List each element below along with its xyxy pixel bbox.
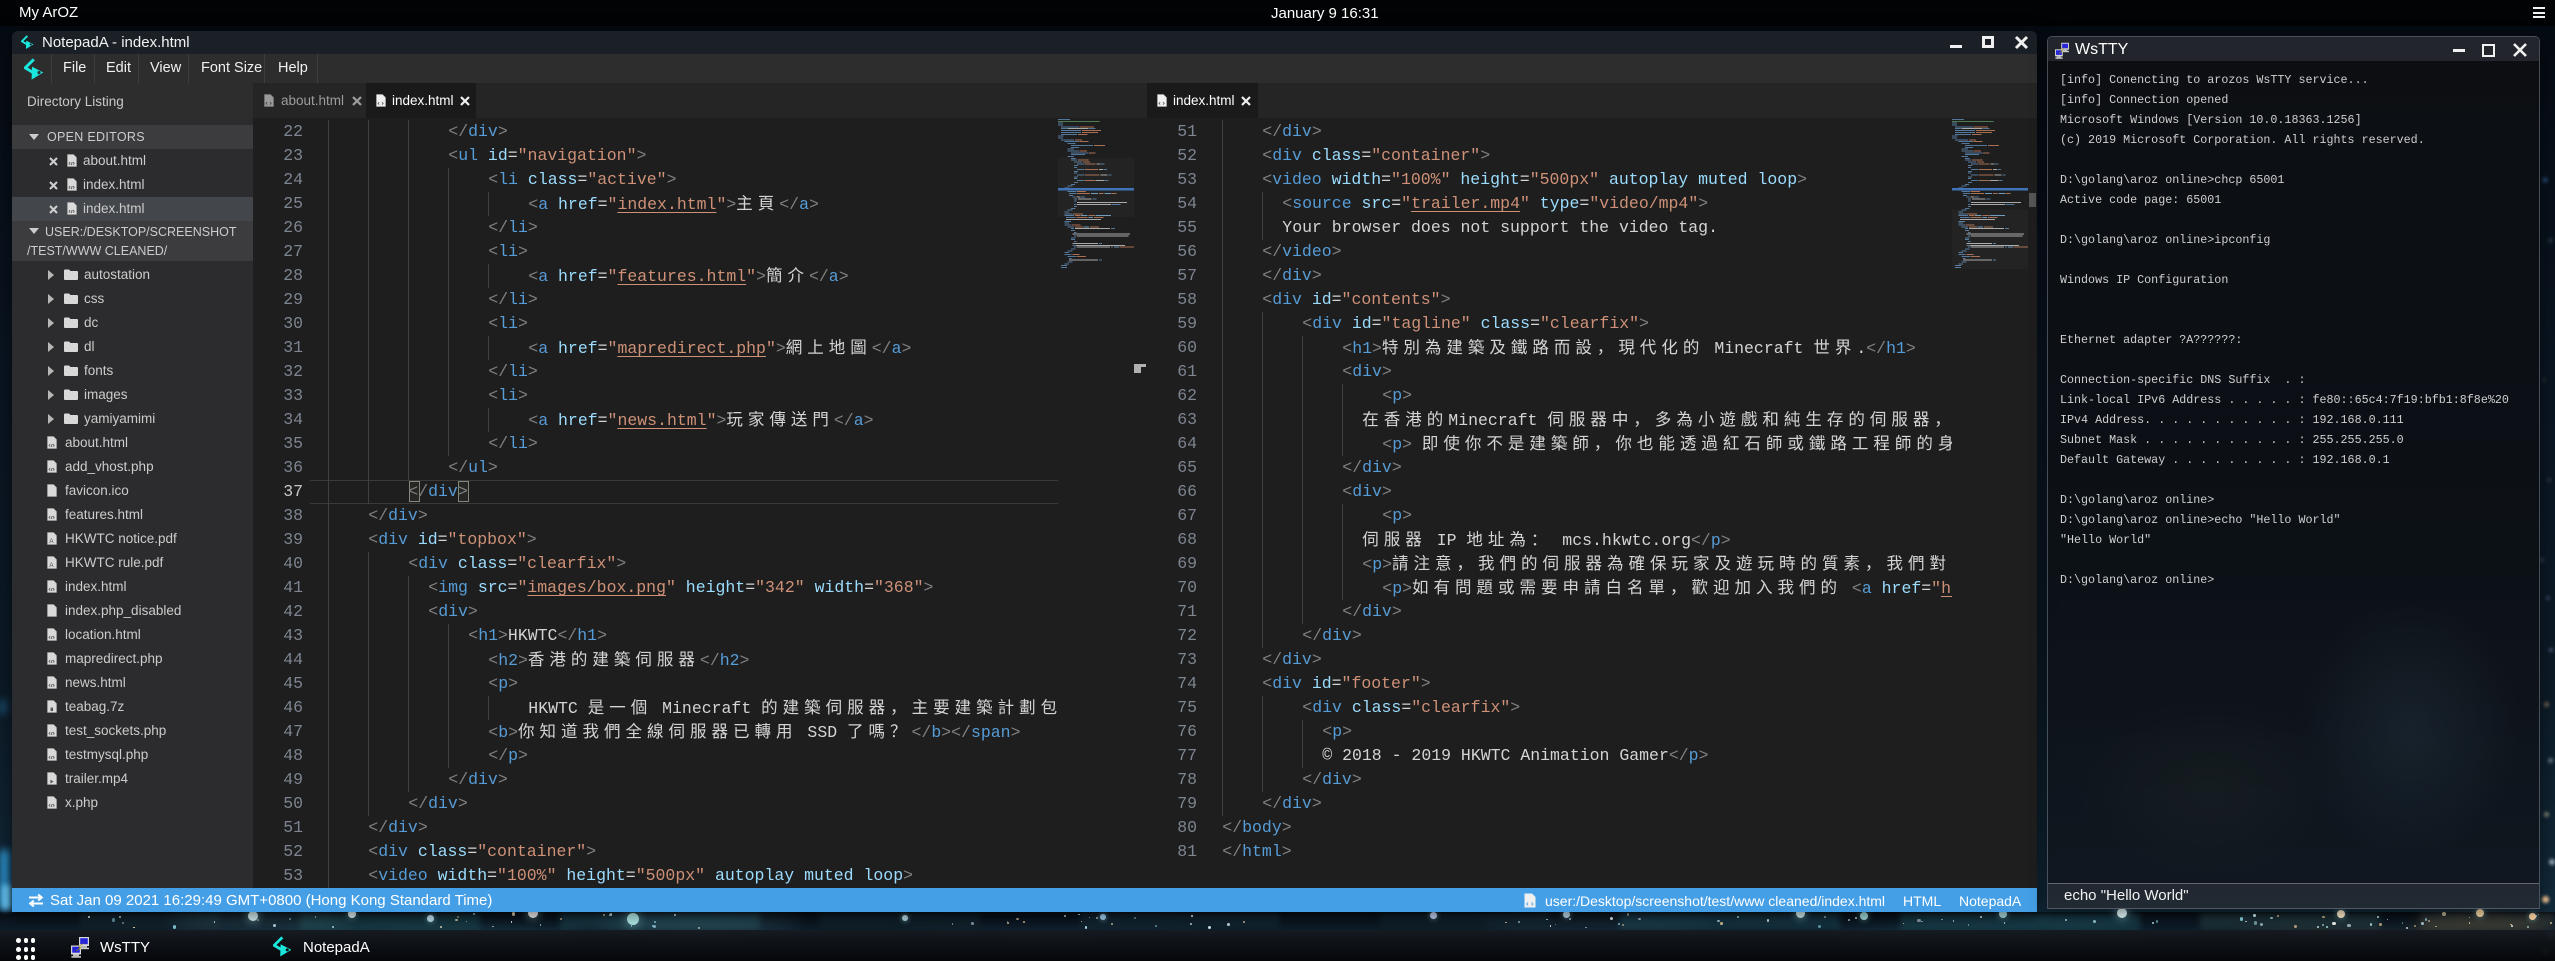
svg-text:A: A [49, 538, 54, 545]
svg-text:A: A [49, 562, 54, 569]
